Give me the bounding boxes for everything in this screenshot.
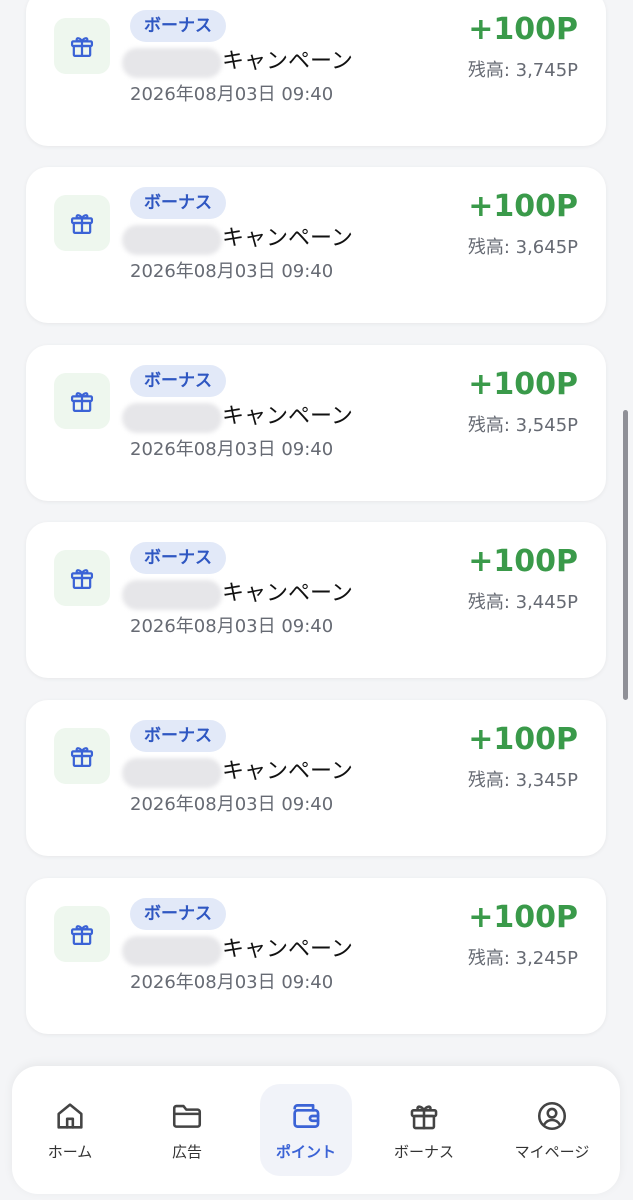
bottom-nav: ホーム 広告 ポイント ボーナス マイページ: [12, 1066, 620, 1194]
wallet-icon: [293, 1103, 320, 1128]
transaction-list: ボーナス キャンペーン 2026年08月03日 09:40 +100P 残高: …: [0, 0, 633, 1200]
transaction-amount: +100P: [468, 12, 578, 47]
gift-icon-box: [54, 906, 110, 962]
bonus-badge: ボーナス: [130, 542, 226, 574]
balance-after: 残高: 3,645P: [467, 237, 578, 258]
transaction-title: キャンペーン: [222, 759, 353, 784]
redacted-campaign-name: [122, 403, 222, 433]
transaction-amount: +100P: [468, 189, 578, 224]
transaction-title: キャンペーン: [222, 404, 353, 429]
transaction-date: 2026年08月03日 09:40: [130, 84, 334, 105]
gift-icon: [70, 569, 94, 590]
gift-icon: [70, 747, 94, 768]
transaction-date: 2026年08月03日 09:40: [130, 439, 334, 460]
gift-icon: [70, 37, 94, 58]
balance-after: 残高: 3,745P: [467, 60, 578, 81]
nav-label-bonus: ボーナス: [393, 1142, 454, 1161]
nav-label-mypage: マイページ: [514, 1142, 590, 1161]
transaction-card[interactable]: ボーナス キャンペーン 2026年08月03日 09:40 +100P 残高: …: [26, 167, 606, 323]
redacted-campaign-name: [122, 580, 222, 610]
bonus-badge: ボーナス: [130, 898, 226, 930]
transaction-date: 2026年08月03日 09:40: [130, 972, 334, 993]
transaction-card[interactable]: ボーナス キャンペーン 2026年08月03日 09:40 +100P 残高: …: [26, 878, 606, 1034]
transaction-date: 2026年08月03日 09:40: [130, 616, 334, 637]
transaction-date: 2026年08月03日 09:40: [130, 261, 334, 282]
transaction-title: キャンペーン: [222, 226, 353, 251]
redacted-campaign-name: [122, 225, 222, 255]
gift-icon: [410, 1104, 438, 1129]
balance-after: 残高: 3,545P: [467, 415, 578, 436]
nav-item-points[interactable]: ポイント: [260, 1084, 352, 1176]
folder-icon: [172, 1104, 202, 1128]
transaction-amount: +100P: [468, 367, 578, 402]
scrollbar[interactable]: [623, 410, 628, 700]
transaction-card[interactable]: ボーナス キャンペーン 2026年08月03日 09:40 +100P 残高: …: [26, 522, 606, 678]
gift-icon: [70, 392, 94, 413]
bonus-badge: ボーナス: [130, 10, 226, 42]
nav-item-home[interactable]: ホーム: [24, 1084, 116, 1176]
bonus-badge: ボーナス: [130, 187, 226, 219]
redacted-campaign-name: [122, 758, 222, 788]
redacted-campaign-name: [122, 936, 222, 966]
bonus-badge: ボーナス: [130, 365, 226, 397]
transaction-title: キャンペーン: [222, 581, 353, 606]
nav-item-ads[interactable]: 広告: [141, 1084, 233, 1176]
balance-after: 残高: 3,445P: [467, 592, 578, 613]
gift-icon-box: [54, 18, 110, 74]
balance-after: 残高: 3,245P: [467, 948, 578, 969]
transaction-date: 2026年08月03日 09:40: [130, 794, 334, 815]
transaction-card[interactable]: ボーナス キャンペーン 2026年08月03日 09:40 +100P 残高: …: [26, 0, 606, 146]
balance-after: 残高: 3,345P: [467, 770, 578, 791]
transaction-title: キャンペーン: [222, 937, 353, 962]
gift-icon-box: [54, 550, 110, 606]
redacted-campaign-name: [122, 48, 222, 78]
transaction-amount: +100P: [468, 722, 578, 757]
gift-icon-box: [54, 195, 110, 251]
bonus-badge: ボーナス: [130, 720, 226, 752]
gift-icon-box: [54, 728, 110, 784]
nav-label-points: ポイント: [275, 1142, 336, 1161]
user-icon: [537, 1101, 567, 1130]
transaction-card[interactable]: ボーナス キャンペーン 2026年08月03日 09:40 +100P 残高: …: [26, 700, 606, 856]
transaction-title: キャンペーン: [222, 49, 353, 74]
nav-label-home: ホーム: [47, 1142, 93, 1161]
home-icon: [57, 1102, 83, 1129]
gift-icon: [70, 214, 94, 235]
gift-icon-box: [54, 373, 110, 429]
gift-icon: [70, 925, 94, 946]
nav-item-bonus[interactable]: ボーナス: [378, 1084, 470, 1176]
nav-item-mypage[interactable]: マイページ: [506, 1084, 598, 1176]
transaction-amount: +100P: [468, 544, 578, 579]
transaction-card[interactable]: ボーナス キャンペーン 2026年08月03日 09:40 +100P 残高: …: [26, 345, 606, 501]
transaction-amount: +100P: [468, 900, 578, 935]
nav-label-ads: 広告: [171, 1142, 202, 1161]
